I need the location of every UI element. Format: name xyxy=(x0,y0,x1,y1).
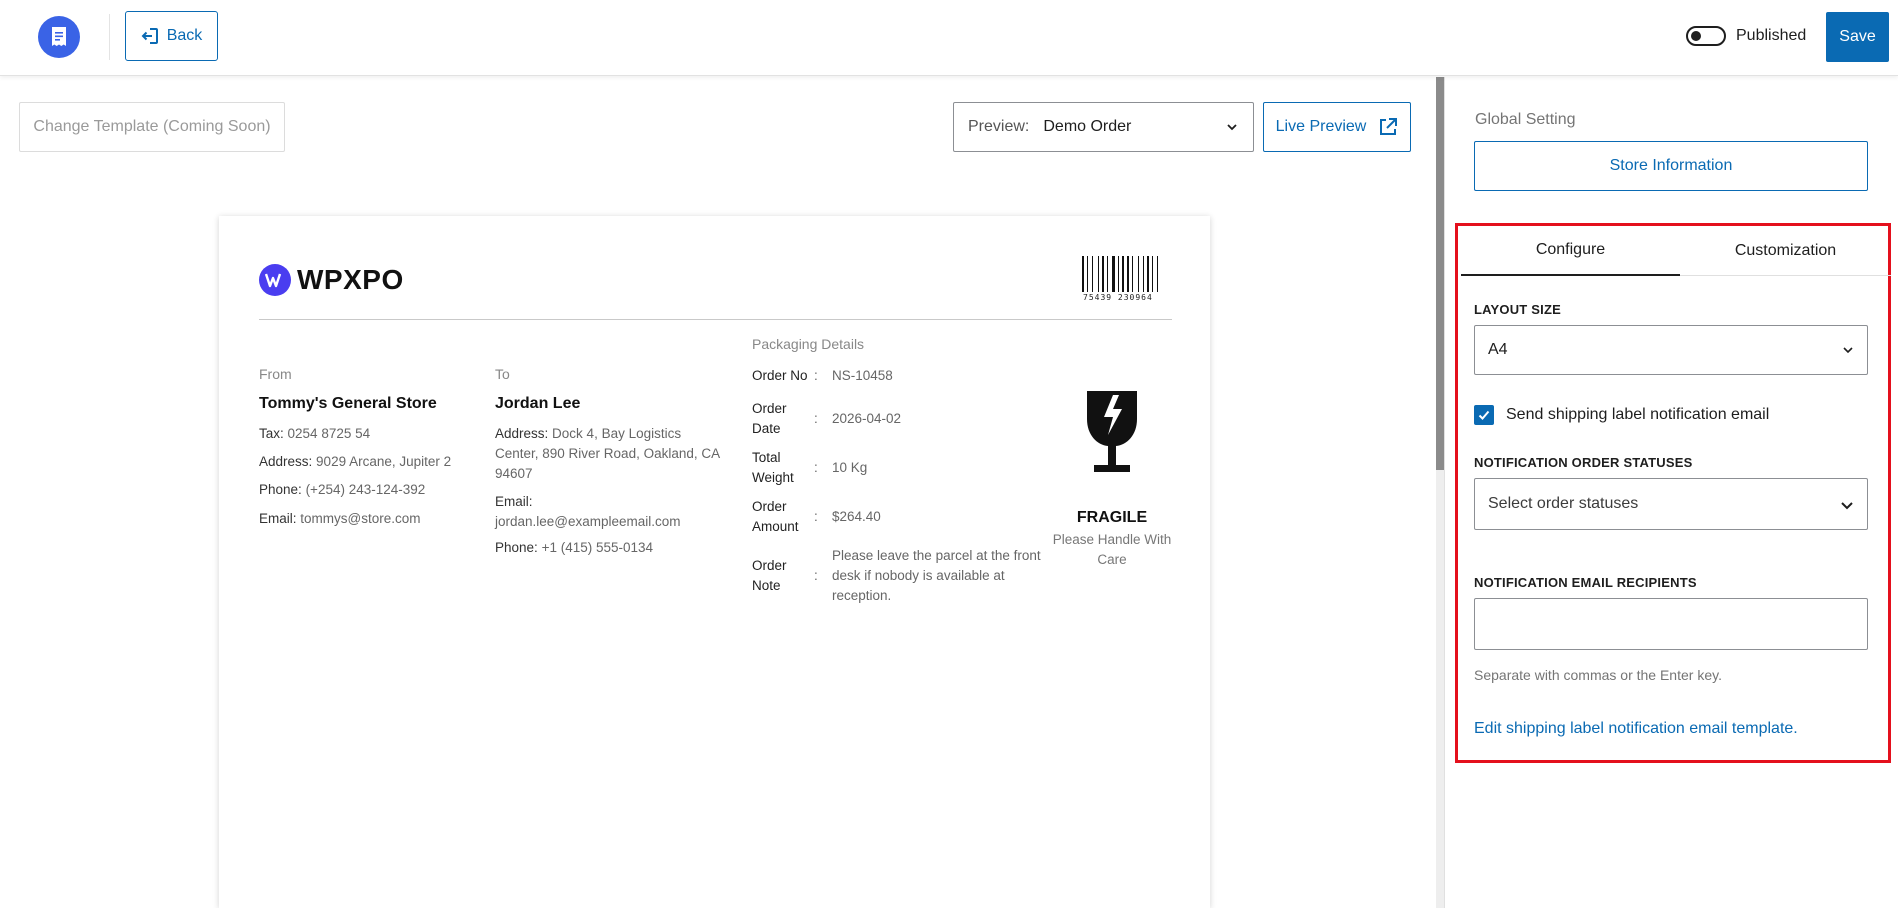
save-button[interactable]: Save xyxy=(1826,12,1889,62)
layout-size-value: A4 xyxy=(1488,341,1508,358)
sender-address: Address: 9029 Arcane, Jupiter 2 xyxy=(259,454,452,469)
sender-email: Email: tommys@store.com xyxy=(259,511,421,526)
brand-mark-icon xyxy=(259,264,291,296)
fragile-title: FRAGILE xyxy=(1076,509,1148,526)
shipping-label-document: WPXPO 75439 230964 From Tommy's General … xyxy=(219,216,1210,908)
recipient-address: Address: Dock 4, Bay Logistics Center, 8… xyxy=(495,426,720,481)
packaging-details: Packaging Details Order No: NS-10458 Orde… xyxy=(752,336,1042,603)
settings-sidebar: Global Setting Store Information Configu… xyxy=(1444,77,1898,908)
fragile-subtitle: Please Handle With Care xyxy=(1052,532,1172,567)
fragile-glass-icon xyxy=(1087,391,1137,472)
notify-checkbox[interactable] xyxy=(1474,405,1494,425)
published-toggle[interactable] xyxy=(1686,26,1726,46)
divider xyxy=(109,14,110,60)
live-preview-label: Live Preview xyxy=(1275,118,1367,135)
recipients-hint: Separate with commas or the Enter key. xyxy=(1474,667,1722,683)
external-link-icon xyxy=(1380,118,1398,135)
tab-customization[interactable]: Customization xyxy=(1680,226,1891,276)
chevron-down-icon xyxy=(1841,502,1853,510)
statuses-placeholder: Select order statuses xyxy=(1488,495,1639,512)
layout-size-label: LAYOUT SIZE xyxy=(1474,302,1561,317)
packaging-row: Order Note: Please leave the parcel at th… xyxy=(752,548,1041,603)
email-recipients-input[interactable] xyxy=(1474,598,1868,650)
store-information-button[interactable]: Store Information xyxy=(1474,141,1868,191)
sender-phone: Phone: (+254) 243-124-392 xyxy=(259,482,426,497)
global-setting-label: Global Setting xyxy=(1475,111,1576,128)
change-template-button[interactable]: Change Template (Coming Soon) xyxy=(19,102,285,152)
back-arrow-icon xyxy=(141,28,158,44)
configure-panel: Configure Customization LAYOUT SIZE A4 S… xyxy=(1455,223,1891,763)
notify-checkbox-label: Send shipping label notification email xyxy=(1506,406,1770,423)
scrollbar-thumb[interactable] xyxy=(1436,77,1444,470)
brand-logo: WPXPO xyxy=(259,264,404,296)
recipients-label: NOTIFICATION EMAIL RECIPIENTS xyxy=(1474,575,1697,590)
sender-name: Tommy's General Store xyxy=(259,395,437,412)
chevron-down-icon xyxy=(1227,124,1237,131)
chevron-down-icon xyxy=(1843,347,1853,354)
packaging-row: Order Amount: $264.40 xyxy=(752,499,881,534)
order-statuses-select[interactable]: Select order statuses xyxy=(1474,478,1868,530)
published-label: Published xyxy=(1736,27,1807,44)
checkmark-icon xyxy=(1478,410,1490,420)
brand-name: WPXPO xyxy=(297,264,404,295)
packaging-row: Order Date:2026-04-02 xyxy=(752,401,902,436)
tab-configure[interactable]: Configure xyxy=(1461,226,1680,276)
packaging-row: Total Weight:10 Kg xyxy=(752,450,868,485)
top-bar: Back Published Save xyxy=(0,0,1898,76)
edit-email-template-link[interactable]: Edit shipping label notification email t… xyxy=(1474,720,1798,738)
preview-select[interactable]: Preview: Demo Order xyxy=(953,102,1254,152)
preview-value: Demo Order xyxy=(1043,118,1132,135)
back-label: Back xyxy=(166,27,203,44)
packaging-title: Packaging Details xyxy=(752,336,865,352)
preview-label: Preview: xyxy=(968,118,1030,135)
document-icon[interactable] xyxy=(38,16,80,58)
packaging-row: Order No: NS-10458 xyxy=(752,368,893,383)
sender-tax: Tax: 0254 8725 54 xyxy=(259,426,371,441)
back-button[interactable]: Back xyxy=(125,11,218,61)
document-divider xyxy=(259,319,1172,320)
statuses-label: NOTIFICATION ORDER STATUSES xyxy=(1474,455,1693,470)
live-preview-button[interactable]: Live Preview xyxy=(1263,102,1411,152)
layout-size-select[interactable]: A4 xyxy=(1474,325,1868,375)
settings-tabs: Configure Customization xyxy=(1461,226,1891,276)
recipient-name: Jordan Lee xyxy=(495,395,581,412)
toggle-knob xyxy=(1691,31,1701,41)
from-label: From xyxy=(259,366,292,382)
notify-checkbox-row[interactable]: Send shipping label notification email xyxy=(1474,405,1769,425)
barcode-number: 75439 230964 xyxy=(1083,293,1153,302)
canvas-scrollbar[interactable] xyxy=(1436,77,1444,908)
recipient-phone: Phone: +1 (415) 555-0134 xyxy=(495,540,654,555)
to-label: To xyxy=(495,366,510,382)
recipient-email: Email: jordan.lee@exampleemail.com xyxy=(495,494,681,529)
